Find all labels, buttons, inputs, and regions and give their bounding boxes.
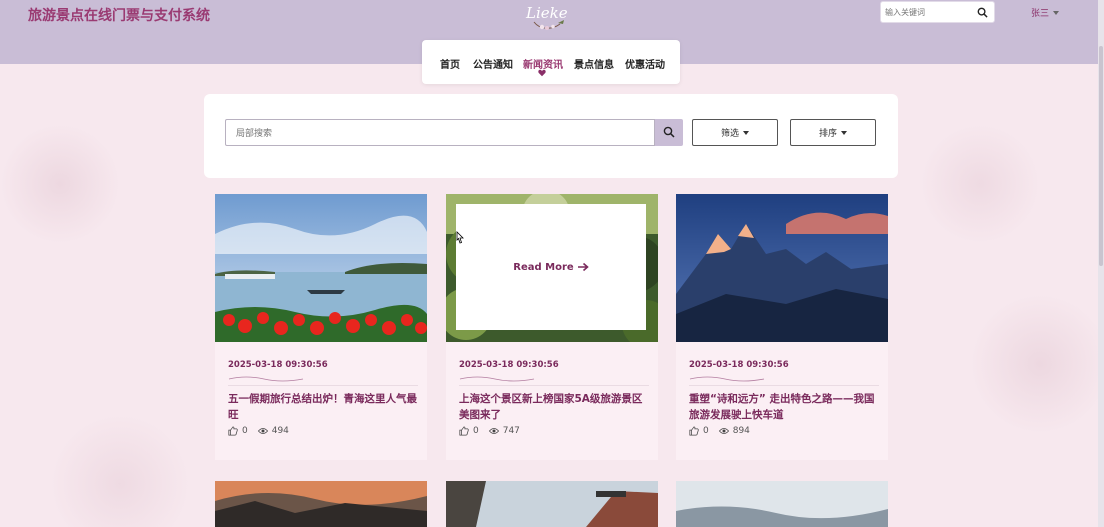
decorative-swirl-icon: [228, 376, 304, 382]
thumbs-up-icon[interactable]: [459, 426, 469, 436]
nav-item-attractions[interactable]: 景点信息: [574, 56, 614, 71]
eye-icon: [488, 428, 499, 434]
lake-photo: [215, 194, 427, 342]
news-card-date: 2025-03-18 09:30:56: [689, 360, 789, 370]
news-card[interactable]: [446, 481, 658, 527]
chevron-down-icon: [1053, 10, 1060, 15]
chevron-down-icon: [841, 130, 847, 135]
local-search-box[interactable]: [225, 119, 655, 146]
thumbs-up-icon[interactable]: [228, 426, 238, 436]
news-card[interactable]: [676, 481, 888, 527]
news-card-stats: 0 747: [459, 426, 520, 436]
filter-dropdown-button[interactable]: 筛选: [692, 119, 778, 146]
divider: [689, 385, 879, 386]
logo-text: Lieke: [525, 4, 568, 22]
header-search[interactable]: [880, 1, 995, 23]
cliff-walkway-photo: [446, 481, 658, 527]
news-card-title[interactable]: 重塑“诗和远方” 走出特色之路——我国旅游发展驶上快车道: [689, 391, 879, 423]
mountain-photo: [676, 194, 888, 342]
misty-valley-photo: [676, 481, 888, 527]
eye-icon: [257, 428, 268, 434]
like-count: 0: [703, 426, 709, 436]
chevron-down-icon: [743, 130, 749, 135]
news-card[interactable]: [215, 481, 427, 527]
scrollbar-thumb[interactable]: [1099, 46, 1103, 266]
local-search-input[interactable]: [236, 127, 636, 140]
news-card[interactable]: Read More 2025-03-18 09:30:56 上海这个景区新上榜国…: [446, 194, 658, 460]
view-count: 747: [502, 426, 520, 436]
thumbs-up-icon[interactable]: [689, 426, 699, 436]
user-name[interactable]: 张三: [1031, 6, 1049, 19]
news-card-image[interactable]: [676, 194, 888, 342]
logo: Lieke: [525, 4, 568, 30]
like-count: 0: [473, 426, 479, 436]
site-title: 旅游景点在线门票与支付系统: [28, 8, 210, 24]
divider: [228, 385, 418, 386]
decorative-swirl-icon: [689, 376, 765, 382]
news-card[interactable]: 2025-03-18 09:30:56 重塑“诗和远方” 走出特色之路——我国旅…: [676, 194, 888, 460]
search-icon[interactable]: [977, 7, 988, 18]
read-more-overlay[interactable]: Read More: [456, 204, 646, 330]
user-menu[interactable]: 张三: [1031, 6, 1060, 19]
mouse-cursor-icon: [456, 231, 464, 244]
active-heart-icon: [538, 69, 546, 77]
view-count: 494: [271, 426, 289, 436]
local-search-button[interactable]: [655, 119, 683, 146]
page-scrollbar[interactable]: [1098, 0, 1104, 527]
filter-label: 筛选: [720, 129, 739, 139]
search-icon: [663, 126, 675, 138]
news-card-title[interactable]: 上海这个景区新上榜国家5A级旅游景区 美图来了: [459, 391, 649, 423]
news-card-image[interactable]: [215, 194, 427, 342]
view-count: 894: [732, 426, 750, 436]
sort-dropdown-button[interactable]: 排序: [790, 119, 876, 146]
news-card-stats: 0 894: [689, 426, 750, 436]
nav-item-home[interactable]: 首页: [440, 56, 460, 71]
news-card-stats: 0 494: [228, 426, 289, 436]
nav-item-announcements[interactable]: 公告通知: [473, 56, 513, 71]
decorative-swirl-icon: [459, 376, 535, 382]
header-search-input[interactable]: [885, 5, 973, 20]
news-card-title[interactable]: 五一假期旅行总结出炉！青海这里人气最旺: [228, 391, 418, 423]
divider: [459, 385, 649, 386]
arrow-right-icon: [577, 262, 589, 272]
sunset-mountain-photo: [215, 481, 427, 527]
news-card-image[interactable]: Read More: [446, 194, 658, 342]
eye-icon: [718, 428, 729, 434]
news-card-date: 2025-03-18 09:30:56: [228, 360, 328, 370]
nav-item-promotions[interactable]: 优惠活动: [625, 56, 665, 71]
like-count: 0: [242, 426, 248, 436]
read-more-label[interactable]: Read More: [513, 262, 573, 273]
sort-label: 排序: [818, 129, 837, 139]
main-nav: 首页 公告通知 新闻资讯 景点信息 优惠活动: [422, 40, 680, 84]
news-card-date: 2025-03-18 09:30:56: [459, 360, 559, 370]
news-card[interactable]: 2025-03-18 09:30:56 五一假期旅行总结出炉！青海这里人气最旺 …: [215, 194, 427, 460]
